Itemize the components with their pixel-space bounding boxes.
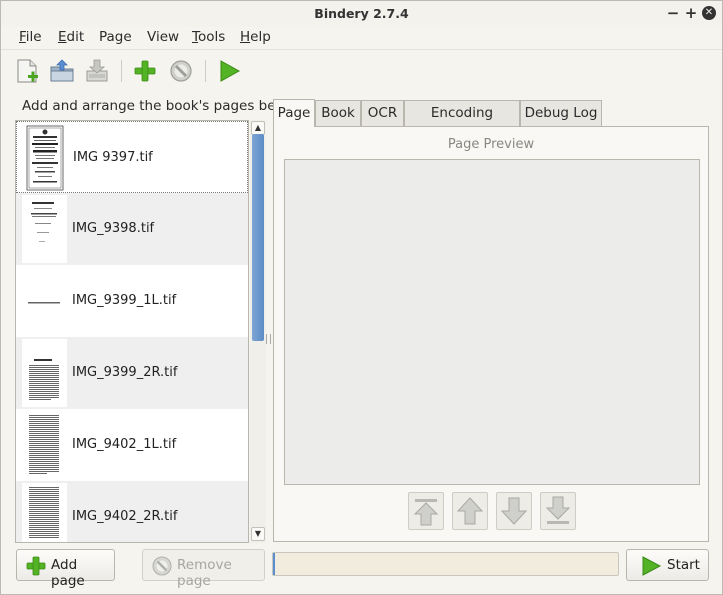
move-down-icon (500, 497, 528, 525)
menu-edit[interactable]: Edit (58, 29, 84, 45)
page-preview (284, 159, 700, 485)
remove-icon[interactable] (167, 57, 195, 85)
tab-ocr[interactable]: OCR (361, 100, 404, 127)
play-icon[interactable] (215, 57, 243, 85)
list-item[interactable]: IMG_9402_2R.tif (16, 481, 248, 542)
move-up-icon (456, 497, 484, 525)
menu-view[interactable]: View (147, 29, 179, 45)
scroll-down-icon[interactable]: ▼ (251, 527, 265, 541)
list-item[interactable]: IMG_9399_1L.tif (16, 265, 248, 337)
list-item[interactable]: IMG_9402_1L.tif (16, 409, 248, 481)
menu-page[interactable]: Page (99, 29, 132, 45)
close-icon[interactable]: ✕ (702, 6, 716, 20)
window-title: Bindery 2.7.4 (314, 6, 409, 21)
add-icon[interactable] (131, 57, 159, 85)
page-thumbnail (23, 124, 68, 192)
app-window: Bindery 2.7.4 − + ✕ File Edit Page View … (0, 0, 723, 595)
pages-instruction: Add and arrange the book's pages below (22, 98, 299, 114)
add-page-button[interactable]: Add page (16, 549, 115, 589)
remove-page-label: Remove page (177, 557, 232, 589)
list-item[interactable]: IMG_9399_2R.tif (16, 337, 248, 409)
list-item[interactable]: IMG_9398.tif (16, 193, 248, 265)
remove-page-button[interactable]: Remove page (142, 549, 265, 589)
page-thumbnail (22, 483, 67, 542)
page-list[interactable]: IMG 9397.tif IMG_9398.tif IMG_9399_1L.ti… (15, 120, 249, 543)
move-to-bottom-button[interactable] (540, 492, 576, 530)
play-icon (642, 556, 662, 576)
toolbar-separator (121, 60, 122, 82)
menu-help[interactable]: Help (240, 29, 271, 45)
scroll-up-icon[interactable]: ▲ (251, 121, 265, 135)
progress-fill (273, 553, 275, 575)
move-to-top-button[interactable] (408, 492, 444, 530)
move-down-button[interactable] (496, 492, 532, 530)
move-bottom-icon (545, 496, 571, 524)
toolbar-separator (205, 60, 206, 82)
new-file-icon[interactable] (13, 57, 41, 85)
open-folder-icon[interactable] (48, 57, 76, 85)
move-up-button[interactable] (452, 492, 488, 530)
page-thumbnail (22, 195, 67, 263)
add-icon (26, 556, 46, 576)
page-thumbnail (22, 267, 67, 335)
title-bar: Bindery 2.7.4 − + ✕ (1, 1, 722, 27)
page-filename: IMG_9402_1L.tif (72, 437, 177, 452)
minimize-icon[interactable]: − (666, 6, 680, 21)
menu-tools[interactable]: Tools (192, 29, 225, 45)
page-thumbnail (22, 411, 67, 479)
list-item[interactable]: IMG 9397.tif (16, 121, 248, 193)
tab-debug-log[interactable]: Debug Log (520, 100, 602, 127)
start-button[interactable]: Start (626, 549, 709, 581)
page-list-scrollbar[interactable]: ▲ ▼ (250, 120, 266, 543)
page-tab-panel: Page Preview (273, 126, 709, 542)
tab-book[interactable]: Book (315, 100, 361, 127)
add-page-label: Add page (51, 557, 85, 589)
page-filename: IMG 9397.tif (73, 150, 153, 165)
tab-page[interactable]: Page (273, 99, 315, 127)
page-thumbnail (22, 339, 67, 407)
start-label: Start (667, 557, 700, 573)
scroll-thumb[interactable] (252, 134, 264, 341)
toolbar (1, 49, 722, 91)
pane-splitter[interactable] (266, 334, 271, 344)
page-filename: IMG_9399_2R.tif (72, 365, 178, 380)
page-filename: IMG_9402_2R.tif (72, 509, 178, 524)
remove-icon (152, 556, 172, 576)
save-icon[interactable] (83, 57, 111, 85)
maximize-icon[interactable]: + (684, 6, 698, 21)
move-top-icon (413, 499, 439, 526)
page-filename: IMG_9399_1L.tif (72, 293, 177, 308)
tab-encoding-options[interactable]: Encoding Options (404, 100, 520, 145)
page-filename: IMG_9398.tif (72, 221, 155, 236)
menu-file[interactable]: File (19, 29, 42, 45)
page-preview-label: Page Preview (447, 137, 535, 152)
progress-bar (272, 552, 619, 576)
menubar: File Edit Page View Tools Help (1, 27, 722, 49)
